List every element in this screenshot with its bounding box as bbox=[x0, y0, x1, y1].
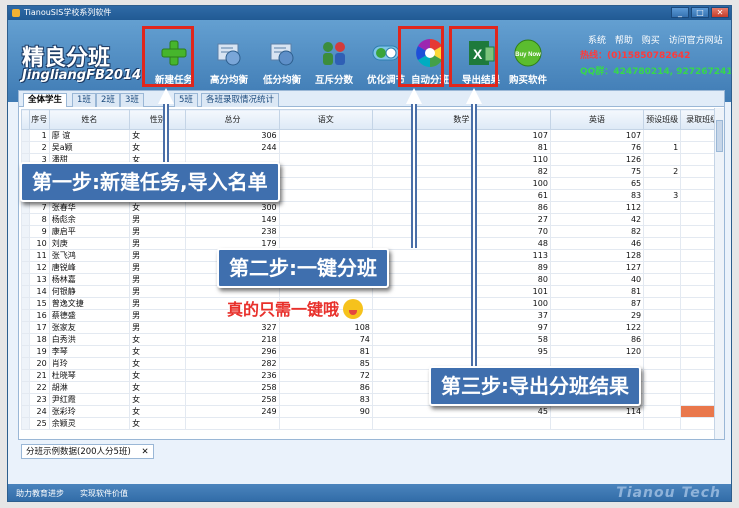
step1-callout: 第一步:新建任务,导入名单 bbox=[20, 162, 280, 202]
step2-callout: 第二步:一键分班 bbox=[217, 248, 389, 288]
step3-callout: 第三步:导出分班结果 bbox=[429, 366, 641, 406]
one-click-note-text: 真的只需一键哦 bbox=[227, 300, 340, 319]
one-click-note: 真的只需一键哦 bbox=[227, 296, 364, 320]
wink-emoji-icon bbox=[343, 299, 364, 319]
